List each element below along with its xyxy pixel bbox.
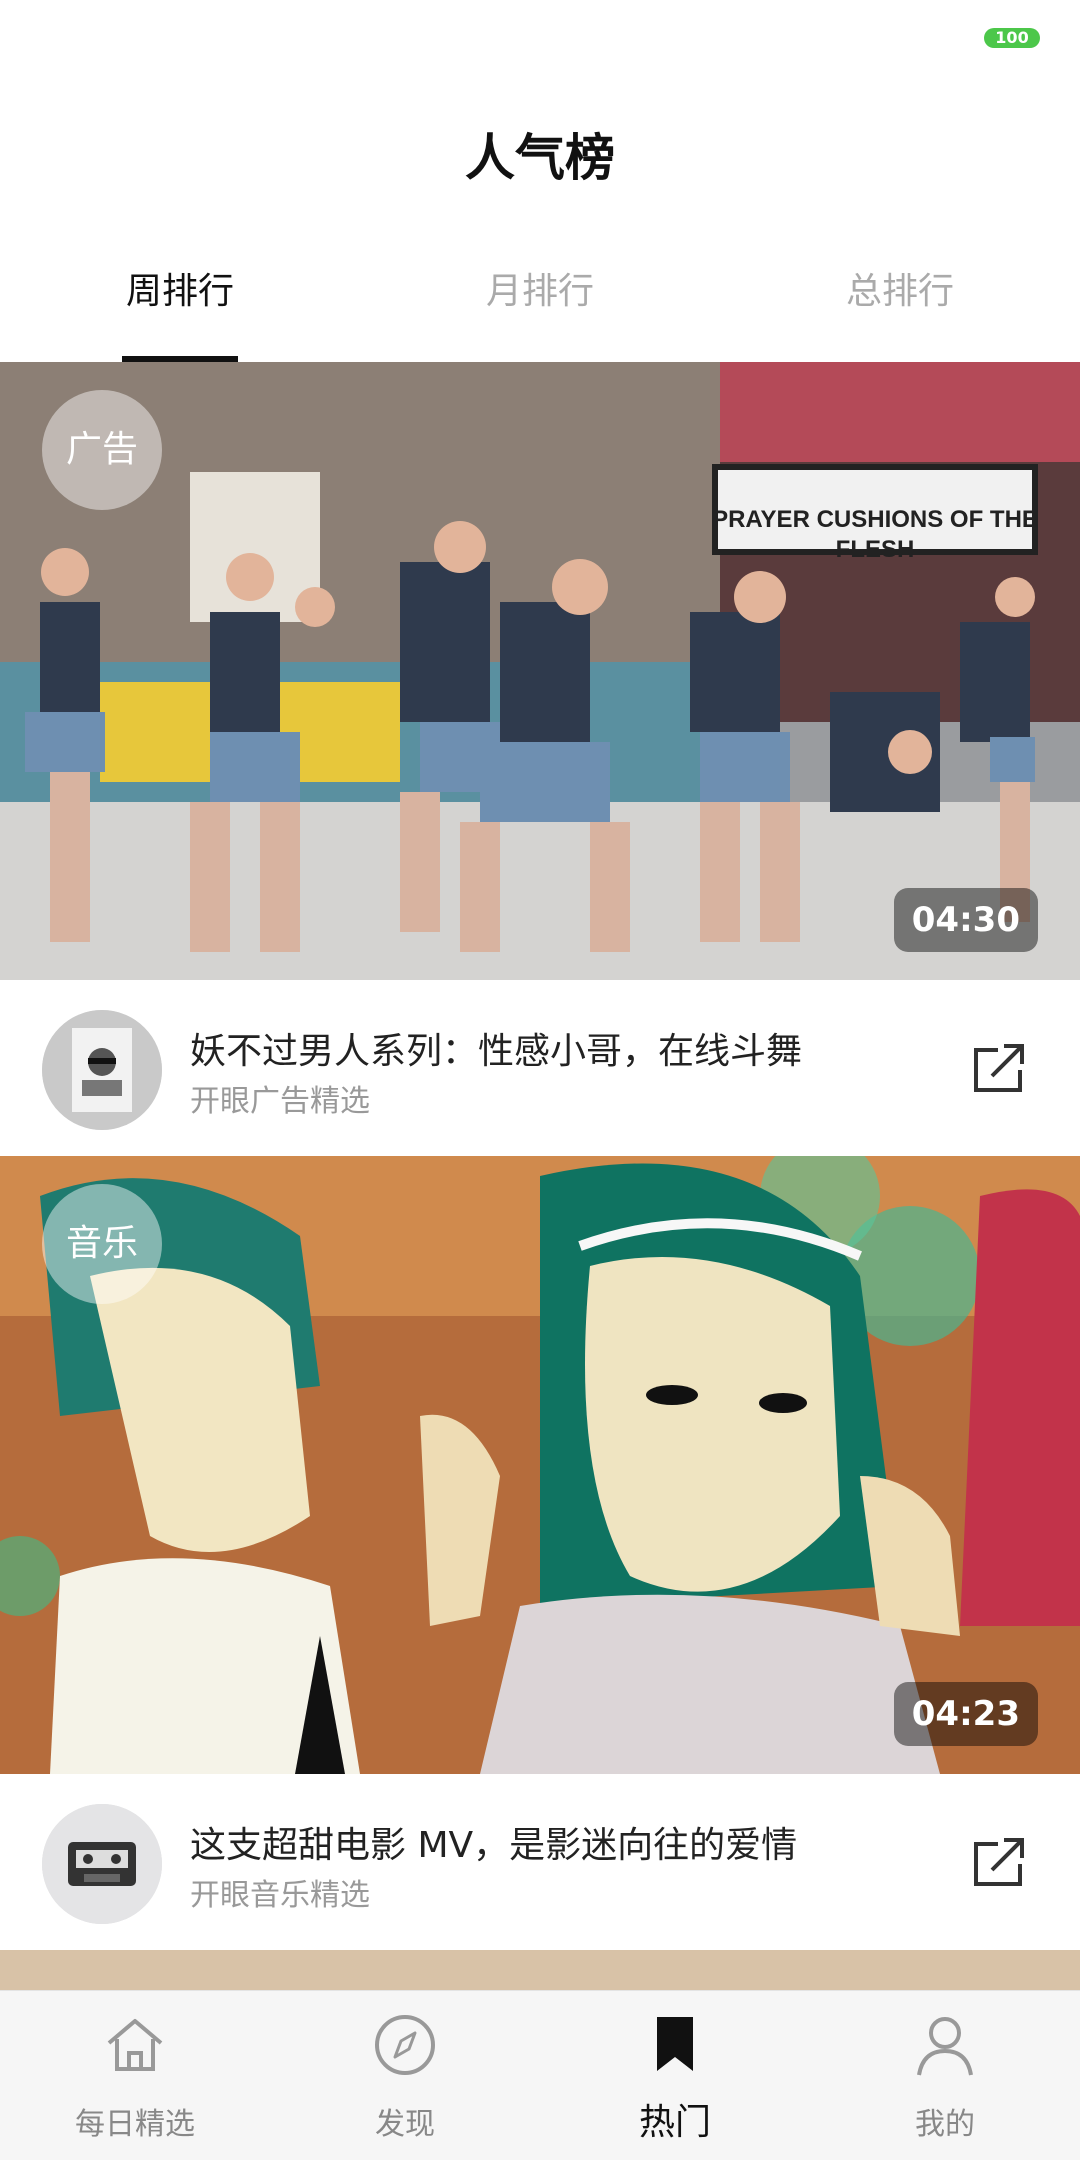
compass-icon — [375, 2015, 435, 2075]
nav-discover[interactable]: 发现 — [270, 1991, 540, 2160]
svg-text:PRAYER CUSHIONS OF THE: PRAYER CUSHIONS OF THE — [712, 506, 1038, 533]
video-title[interactable]: 妖不过男人系列：性感小哥，在线斗舞 — [190, 1022, 950, 1074]
nav-label: 每日精选 — [75, 2107, 195, 2142]
video-info-row[interactable]: 妖不过男人系列：性感小哥，在线斗舞 开眼广告精选 — [0, 980, 1080, 1156]
tab-weekly[interactable]: 周排行 — [0, 262, 360, 362]
ranking-tabs: 周排行 月排行 总排行 — [0, 262, 1080, 362]
tab-monthly[interactable]: 月排行 — [360, 262, 720, 362]
home-icon — [107, 2019, 163, 2071]
author-avatar[interactable] — [42, 1010, 162, 1130]
nav-label: 热门 — [638, 2102, 711, 2143]
cassette-tape-icon — [42, 1804, 162, 1924]
user-icon — [917, 2017, 973, 2076]
video-thumbnail[interactable]: PRAYER CUSHIONS OF THE FLESH 广告 04:30 — [0, 362, 1080, 980]
video-duration: 04:30 — [893, 888, 1038, 952]
battery-indicator: 100 — [984, 28, 1040, 48]
share-icon[interactable] — [968, 1832, 1028, 1892]
nav-label: 发现 — [375, 2107, 435, 2142]
tab-all-time[interactable]: 总排行 — [720, 262, 1080, 362]
share-icon[interactable] — [968, 1038, 1028, 1098]
page-title: 人气榜 — [465, 129, 615, 187]
nav-popular[interactable]: 热门 — [540, 1991, 810, 2160]
video-info-row[interactable]: 这支超甜电影 MV，是影迷向往的爱情 开眼音乐精选 — [0, 1774, 1080, 1950]
video-title[interactable]: 这支超甜电影 MV，是影迷向往的爱情 — [190, 1816, 950, 1868]
svg-text:FLESH: FLESH — [836, 536, 915, 563]
bookmark-icon — [657, 2017, 693, 2071]
nav-daily-picks[interactable]: 每日精选 — [0, 1991, 270, 2160]
video-duration: 04:23 — [893, 1682, 1038, 1746]
next-video-thumbnail[interactable] — [0, 1950, 1080, 1990]
video-subtitle: 开眼广告精选 — [190, 1084, 370, 1119]
status-bar: 100 — [0, 0, 1080, 80]
author-avatar[interactable] — [42, 1804, 162, 1924]
nav-profile[interactable]: 我的 — [810, 1991, 1080, 2160]
video-thumbnail[interactable]: 音乐 04:23 — [0, 1156, 1080, 1774]
nav-label: 我的 — [915, 2107, 975, 2142]
man-portrait-icon — [42, 1010, 162, 1130]
category-tag: 广告 — [42, 390, 162, 510]
category-tag: 音乐 — [42, 1184, 162, 1304]
video-subtitle: 开眼音乐精选 — [190, 1878, 370, 1913]
bottom-navigation: 每日精选 发现 热门 我的 — [0, 1990, 1080, 2160]
